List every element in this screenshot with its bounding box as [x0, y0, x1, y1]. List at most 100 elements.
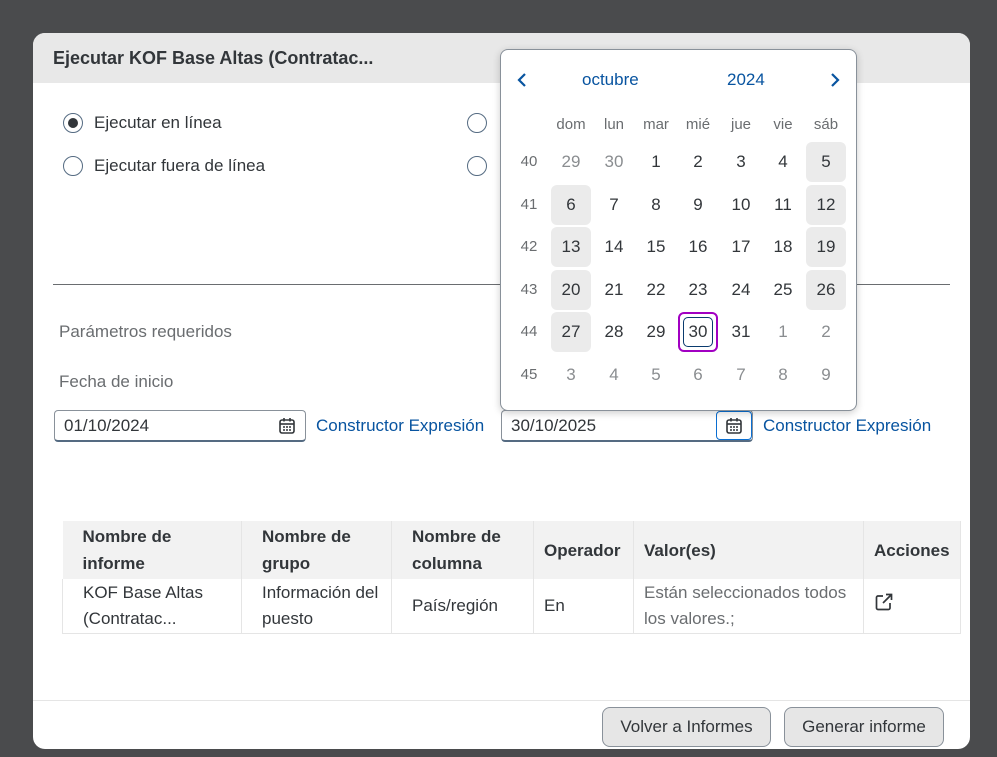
- weekday-header: jue: [730, 116, 752, 133]
- radio-unchecked-icon[interactable]: [467, 156, 487, 176]
- calendar-day[interactable]: 2: [806, 312, 846, 352]
- calendar-day[interactable]: 8: [763, 355, 803, 395]
- expression-builder-link-1[interactable]: Constructor Expresión: [316, 416, 484, 436]
- weekday-header: mar: [643, 116, 669, 133]
- calendar-day[interactable]: 8: [636, 185, 676, 225]
- calendar-day[interactable]: 29: [551, 142, 591, 182]
- cell-actions: [863, 579, 961, 634]
- calendar-day[interactable]: 19: [806, 227, 846, 268]
- calendar-day[interactable]: 2: [678, 142, 718, 182]
- calendar-day[interactable]: 3: [721, 142, 761, 182]
- calendar-icon[interactable]: [716, 411, 752, 440]
- calendar-day[interactable]: 22: [636, 270, 676, 310]
- calendar-day[interactable]: 11: [763, 185, 803, 225]
- calendar-day[interactable]: 5: [636, 355, 676, 395]
- table-header-row: Nombre de informe Nombre de grupo Nombre…: [62, 521, 961, 579]
- year-button[interactable]: 2024: [727, 70, 765, 90]
- calendar-day[interactable]: 23: [678, 270, 718, 310]
- calendar-day[interactable]: 9: [678, 185, 718, 225]
- calendar-day[interactable]: 30: [594, 142, 634, 182]
- calendar-popover: octubre 2024 dom lun mar mié jue vie sáb 40 29 30…: [500, 49, 857, 411]
- dialog-title: Ejecutar KOF Base Altas (Contratac...: [53, 47, 374, 68]
- weekday-header: sáb: [813, 116, 839, 133]
- calendar-day[interactable]: 4: [594, 355, 634, 395]
- calendar-day[interactable]: 21: [594, 270, 634, 310]
- calendar-day[interactable]: 18: [763, 227, 803, 267]
- week-number: 43: [520, 280, 538, 298]
- weekday-header: mié: [685, 116, 711, 133]
- start-date-value: 01/10/2024: [64, 415, 150, 435]
- chevron-right-icon[interactable]: [824, 68, 846, 92]
- radio-run-online[interactable]: Ejecutar en línea: [63, 113, 222, 133]
- calendar-day[interactable]: 6: [551, 184, 591, 225]
- calendar-day[interactable]: 16: [678, 227, 718, 267]
- calendar-day[interactable]: 1: [636, 142, 676, 182]
- chevron-left-icon[interactable]: [511, 68, 533, 92]
- calendar-icon[interactable]: [269, 411, 305, 440]
- weekday-header: lun: [603, 116, 625, 133]
- calendar-day[interactable]: 14: [594, 227, 634, 267]
- week-number: 45: [520, 366, 538, 383]
- radio-option-4[interactable]: [467, 156, 498, 176]
- calendar-day[interactable]: 28: [594, 312, 634, 352]
- calendar-day[interactable]: 26: [806, 269, 846, 310]
- cell-operator: En: [533, 579, 634, 634]
- generate-report-button[interactable]: Generar informe: [784, 707, 944, 747]
- calendar-day[interactable]: 29: [636, 312, 676, 352]
- calendar-day[interactable]: 20: [551, 269, 591, 310]
- calendar-header: octubre 2024: [501, 50, 856, 110]
- calendar-day[interactable]: 6: [678, 355, 718, 395]
- calendar-day[interactable]: 24: [721, 270, 761, 310]
- report-filter-table: Nombre de informe Nombre de grupo Nombre…: [62, 521, 961, 634]
- cell-column-name: País/región: [391, 579, 534, 634]
- start-date-input[interactable]: 01/10/2024: [54, 410, 306, 442]
- calendar-day[interactable]: 12: [806, 184, 846, 225]
- week-number: 42: [520, 238, 538, 256]
- calendar-day[interactable]: 4: [763, 142, 803, 182]
- calendar-day[interactable]: 5: [806, 142, 846, 182]
- calendar-day[interactable]: 7: [594, 185, 634, 225]
- back-to-reports-button[interactable]: Volver a Informes: [602, 707, 771, 747]
- cell-values: Están seleccionados todos los valores.;: [633, 579, 864, 634]
- start-date-label: Fecha de inicio: [59, 372, 174, 391]
- week-number: 40: [520, 153, 538, 170]
- month-button[interactable]: octubre: [582, 70, 639, 90]
- calendar-day-selected[interactable]: 30: [678, 312, 718, 353]
- weekday-header: vie: [773, 116, 793, 133]
- calendar-day[interactable]: 10: [721, 185, 761, 225]
- radio-option-3[interactable]: [467, 113, 498, 133]
- required-params-label: Parámetros requeridos: [59, 322, 232, 341]
- col-header-report-name: Nombre de informe: [62, 521, 242, 579]
- cell-report-name: KOF Base Altas (Contratac...: [62, 579, 242, 634]
- table-row: KOF Base Altas (Contratac... Información…: [62, 579, 961, 634]
- col-header-column-name: Nombre de columna: [391, 521, 534, 579]
- calendar-day[interactable]: 25: [763, 270, 803, 310]
- col-header-operator: Operador: [533, 521, 634, 579]
- calendar-day[interactable]: 27: [551, 312, 591, 353]
- export-icon[interactable]: [874, 592, 894, 612]
- calendar-day[interactable]: 15: [636, 227, 676, 267]
- week-number: 41: [520, 195, 538, 213]
- end-date-value: 30/10/2025: [511, 415, 597, 435]
- expression-builder-link-2[interactable]: Constructor Expresión: [763, 416, 931, 436]
- calendar-day[interactable]: 3: [551, 355, 591, 395]
- calendar-day[interactable]: 9: [806, 355, 846, 395]
- end-date-input[interactable]: 30/10/2025: [501, 410, 753, 442]
- radio-run-online-label: Ejecutar en línea: [94, 113, 222, 132]
- cell-group-name: Información del puesto: [241, 579, 392, 634]
- radio-run-offline-label: Ejecutar fuera de línea: [94, 156, 266, 175]
- calendar-day[interactable]: 17: [721, 227, 761, 267]
- radio-unchecked-icon[interactable]: [467, 113, 487, 133]
- radio-checked-icon[interactable]: [63, 113, 83, 133]
- calendar-day[interactable]: 1: [763, 312, 803, 352]
- radio-unchecked-icon[interactable]: [63, 156, 83, 176]
- calendar-day[interactable]: 13: [551, 227, 591, 268]
- weekday-header: dom: [556, 116, 586, 133]
- calendar-day[interactable]: 7: [721, 355, 761, 395]
- col-header-values: Valor(es): [633, 521, 864, 579]
- col-header-group-name: Nombre de grupo: [241, 521, 392, 579]
- calendar-day[interactable]: 31: [721, 312, 761, 352]
- col-header-actions: Acciones: [863, 521, 961, 579]
- radio-run-offline[interactable]: Ejecutar fuera de línea: [63, 156, 265, 176]
- week-number: 44: [520, 323, 538, 341]
